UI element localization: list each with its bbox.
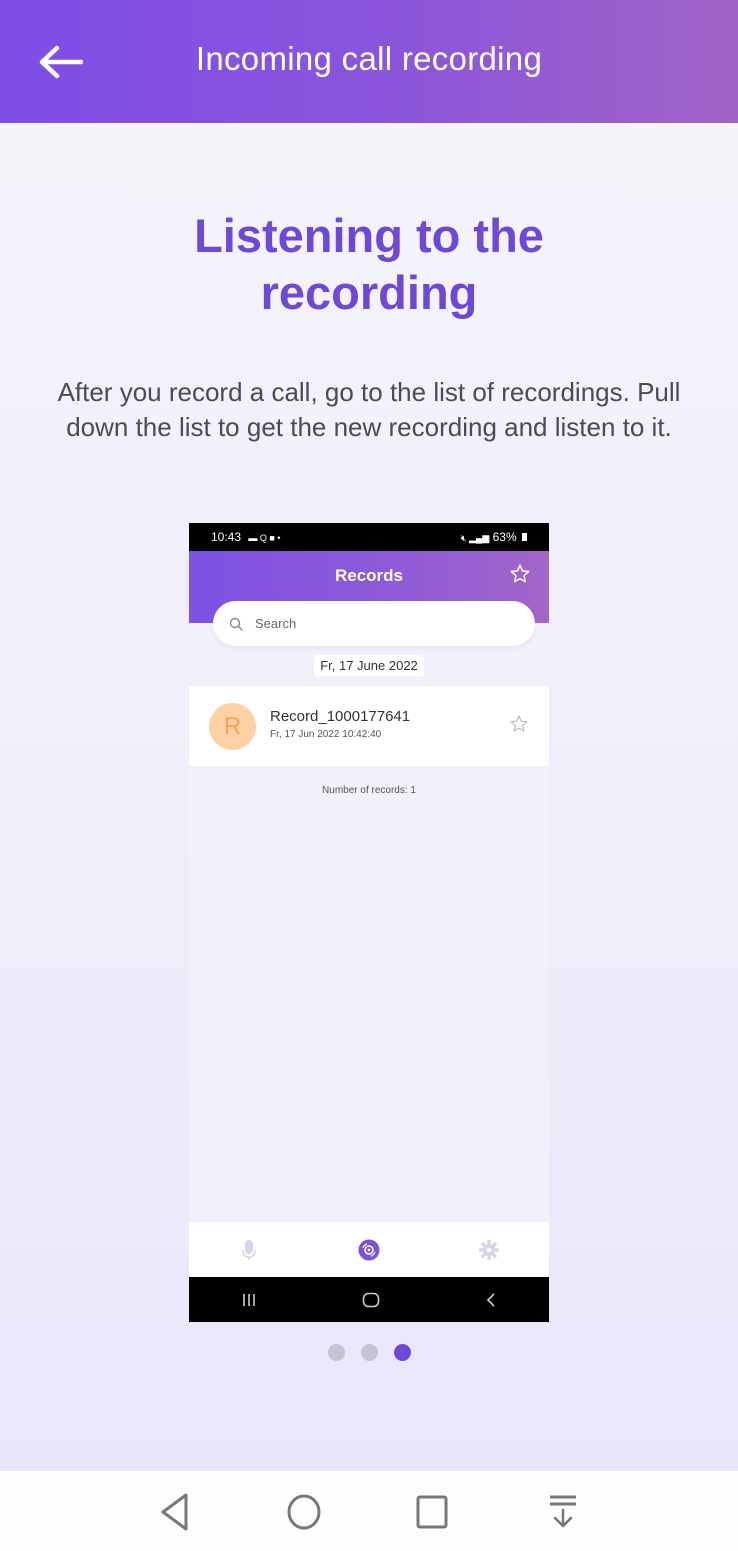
settings-gear-icon [479,1239,499,1260]
preview-status-left: 10:43 ▬ Q ■ • [211,530,280,544]
onboarding-description: After you record a call, go to the list … [57,377,681,442]
preview-search-input[interactable]: Search [213,601,535,646]
record-favorite-button[interactable] [509,714,529,739]
notification-pull-icon [550,1495,576,1528]
date-group-label: Fr, 17 June 2022 [314,655,424,676]
nav-record-tab[interactable] [219,1230,279,1270]
system-home-button[interactable] [279,1489,329,1535]
star-outline-icon [510,715,528,732]
page-dot-1[interactable] [327,1344,345,1361]
search-icon [229,617,243,631]
onboarding-headline: Listening to the recording [0,207,738,321]
page-indicator [0,1344,738,1361]
phone-screenshot-preview: 10:43 ▬ Q ■ • 🔇︎ ▂▄▆ 63% Records Search … [189,523,549,1322]
headline-line-1: Listening to the [194,209,544,262]
records-disc-icon [358,1239,380,1260]
back-chevron-icon [486,1292,495,1307]
app-header: Incoming call recording [0,0,738,123]
record-avatar: R [209,703,256,750]
search-placeholder: Search [255,616,297,631]
system-navigation-bar [0,1471,738,1551]
home-icon [362,1292,380,1307]
preview-status-right: 🔇︎ ▂▄▆ 63% [461,530,527,544]
recents-square-icon [416,1495,448,1529]
page-title: Incoming call recording [195,40,543,77]
notification-pull-button[interactable] [538,1489,588,1535]
preview-status-bar: 10:43 ▬ Q ■ • 🔇︎ ▂▄▆ 63% [189,523,549,551]
record-datetime: Fr, 17 Jun 2022 10:42:40 [270,729,382,740]
signal-icon: 🔇︎ ▂▄▆ [460,533,490,543]
preview-notification-icons: ▬ Q ■ • [248,533,281,543]
nav-records-tab[interactable] [339,1230,399,1270]
star-icon [510,564,530,583]
headline-line-2: recording [260,266,478,319]
recents-icon [243,1293,256,1306]
back-triangle-icon [161,1493,188,1531]
system-recents-button[interactable] [407,1489,457,1535]
microphone-icon [242,1239,256,1260]
records-count: Number of records: 1 [322,785,416,796]
system-back-button[interactable] [150,1489,200,1535]
favorites-button[interactable] [509,563,531,590]
preview-battery: 63% [492,530,517,544]
preview-bottom-nav [189,1222,549,1277]
record-list-item[interactable]: R Record_1000177641 Fr, 17 Jun 2022 10:4… [189,686,549,766]
record-name: Record_1000177641 [270,708,411,725]
home-circle-icon [287,1494,321,1530]
page-dot-2[interactable] [360,1344,378,1361]
onboarding-content: Listening to the recording After you rec… [0,123,738,1471]
preview-title: Records [334,566,404,585]
preview-system-nav [189,1277,549,1322]
page-dot-3-active[interactable] [393,1344,411,1361]
date-group-header: Fr, 17 June 2022 [189,655,549,676]
nav-settings-tab[interactable] [459,1230,519,1270]
battery-icon [522,533,527,541]
preview-time: 10:43 [211,530,242,544]
